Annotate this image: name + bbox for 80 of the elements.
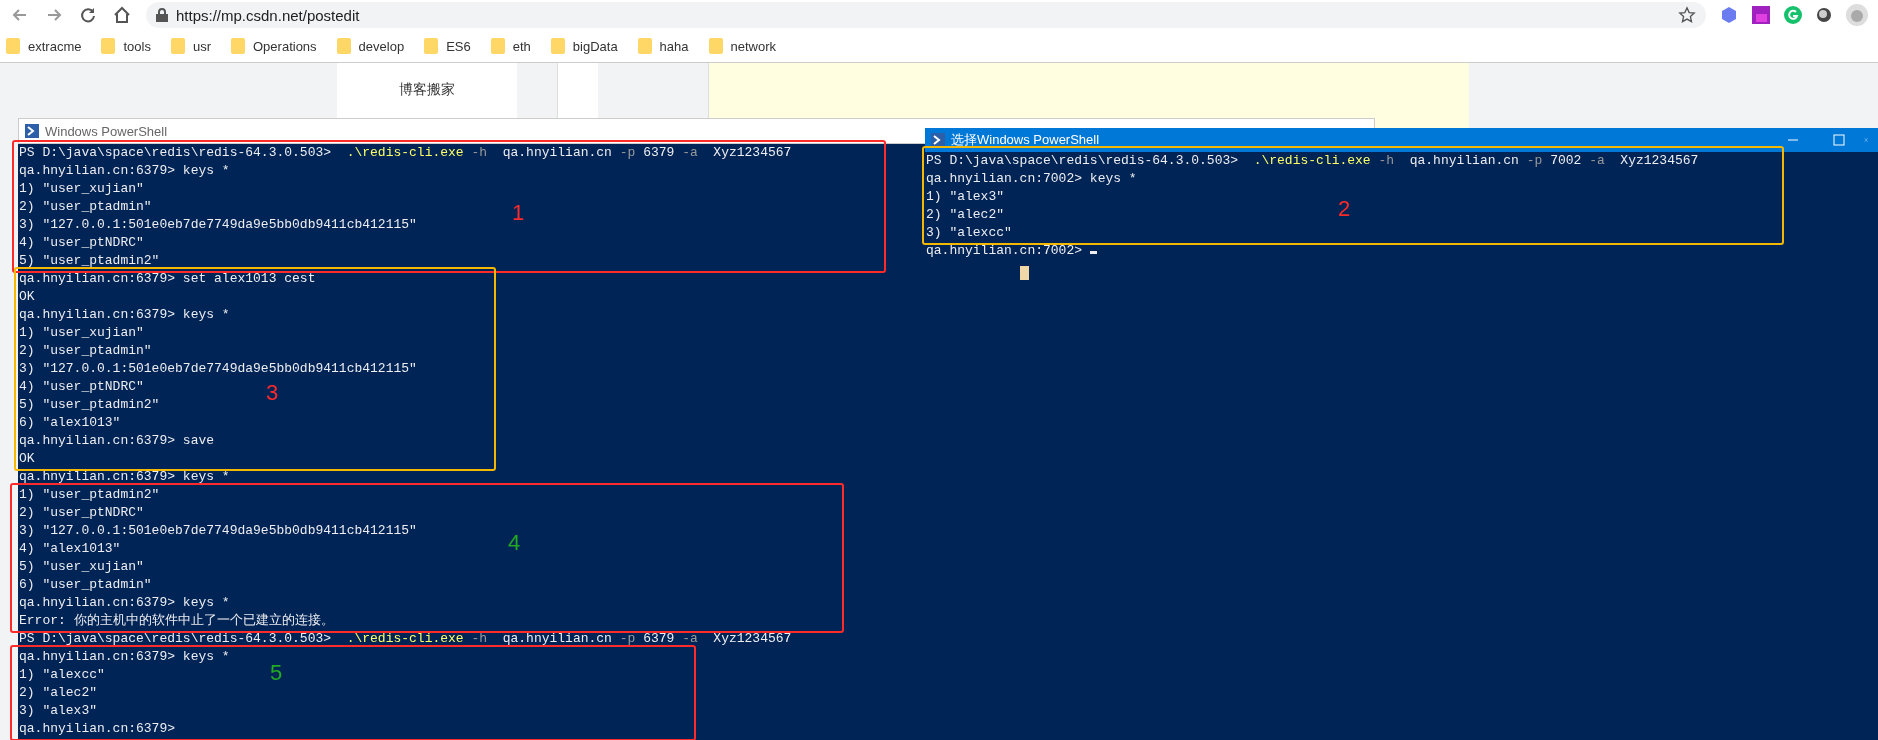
powershell-icon [25,124,39,138]
terminal-line: 4) "alex1013" [19,540,121,558]
folder-icon [336,38,351,54]
circle-icon[interactable] [1816,7,1832,23]
terminal-line: 6) "user_ptadmin" [19,576,152,594]
terminal-line: qa.hnyilian.cn:7002> [926,242,1097,260]
bookmark[interactable]: develop [336,38,405,54]
terminal-line: qa.hnyilian.cn:6379> set alex1013 cest [19,270,316,288]
terminal-line: 2) "user_ptadmin" [19,342,152,360]
folder-icon [637,38,652,54]
terminal-line: 5) "user_ptadmin2" [19,252,160,270]
bookmark[interactable]: network [708,38,777,54]
terminal-line: qa.hnyilian.cn:6379> keys * [19,162,230,180]
block-cursor-icon [1020,266,1029,280]
bookmark[interactable]: bigData [550,38,618,54]
lock-icon [156,8,168,22]
window-title: Windows PowerShell [45,123,168,139]
terminal-line: 6) "alex1013" [19,414,121,432]
terminal-line: 4) "user_ptNDRC" [19,234,144,252]
annotation-number: 3 [266,380,279,406]
terminal-line: qa.hnyilian.cn:6379> keys * [19,468,230,486]
terminal-line: 3) "alexcc" [926,224,1012,242]
terminal-line: PS D:\java\space\redis\redis-64.3.0.503> .\redis-cli.exe -h qa.hnyilian.cn -p 6379 -a Xyz1234567 [19,630,792,648]
terminal-line: 3) "127.0.0.1:501e0eb7de7749da9e5bb0db9411cb412115" [19,522,417,540]
annotation-number: 1 [512,200,525,226]
annotation-number: 5 [270,660,283,686]
terminal-line: qa.hnyilian.cn:6379> save [19,432,215,450]
terminal-line: qa.hnyilian.cn:6379> keys * [19,594,230,612]
terminal-line: qa.hnyilian.cn:6379> [19,720,176,738]
folder-icon [231,38,245,54]
folder-icon [6,38,20,54]
terminal-line: 3) "127.0.0.1:501e0eb7de7749da9e5bb0db9411cb412115" [19,360,417,378]
terminal-line: qa.hnyilian.cn:6379> keys * [19,648,230,666]
folder-icon [424,38,439,54]
bookmark[interactable]: tools [101,38,151,54]
folder-icon [550,38,565,54]
extension-icon[interactable] [1752,6,1770,24]
sidebar-item[interactable]: 博客搬家 [337,81,517,99]
terminal-line: 2) "user_ptadmin" [19,198,152,216]
folder-icon [101,38,116,54]
url-text: https://mp.csdn.net/postedit [176,6,360,24]
powershell-icon [931,133,945,147]
terminal-line: OK [19,450,35,468]
terminal-line: PS D:\java\space\redis\redis-64.3.0.503> .\redis-cli.exe -h qa.hnyilian.cn -p 6379 -a Xyz1234567 [19,144,792,162]
avatar-icon[interactable] [1846,4,1868,26]
terminal-line: qa.hnyilian.cn:7002> keys * [926,170,1137,188]
folder-icon [170,38,185,54]
terminal-line: 5) "user_xujian" [19,558,144,576]
terminal-line: 2) "alec2" [926,206,1004,224]
reload-icon[interactable] [78,5,98,25]
bookmark[interactable]: usr [170,38,211,54]
terminal-line: 3) "alex3" [19,702,97,720]
bookmark[interactable]: ES6 [424,38,471,54]
bookmark[interactable]: eth [490,38,531,54]
terminal-line: 1) "alexcc" [19,666,105,684]
star-icon[interactable] [1678,6,1696,24]
terminal-line: Error: 你的主机中的软件中止了一个已建立的连接。 [19,612,334,630]
terminal-line: OK [19,288,35,306]
terminal-line: 1) "user_xujian" [19,180,144,198]
terminal-line: PS D:\java\space\redis\redis-64.3.0.503> .\redis-cli.exe -h qa.hnyilian.cn -p 7002 -a Xyz1234567 [926,152,1699,170]
terminal-line: 1) "user_xujian" [19,324,144,342]
terminal-line: 2) "user_ptNDRC" [19,504,144,522]
bookmark[interactable]: Operations [231,38,317,54]
annotation-number: 2 [1338,196,1351,222]
terminal-line: 1) "user_ptadmin2" [19,486,160,504]
bookmark[interactable]: extracme [6,38,82,54]
terminal-line: 3) "127.0.0.1:501e0eb7de7749da9e5bb0db9411cb412115" [19,216,417,234]
terminal-line: 5) "user_ptadmin2" [19,396,160,414]
annotation-number: 4 [508,530,521,556]
address-bar[interactable]: https://mp.csdn.net/postedit [146,2,1706,28]
window-title: 选择Windows PowerShell [951,131,1100,149]
terminal-line: 4) "user_ptNDRC" [19,378,144,396]
folder-icon [490,38,505,54]
terminal-line: 2) "alec2" [19,684,97,702]
terminal-line: 1) "alex3" [926,188,1004,206]
bookmark[interactable]: haha [637,38,689,54]
home-icon[interactable] [112,5,132,25]
hexagon-icon[interactable] [1720,6,1738,24]
terminal-line: qa.hnyilian.cn:6379> keys * [19,306,230,324]
folder-icon [708,38,723,54]
